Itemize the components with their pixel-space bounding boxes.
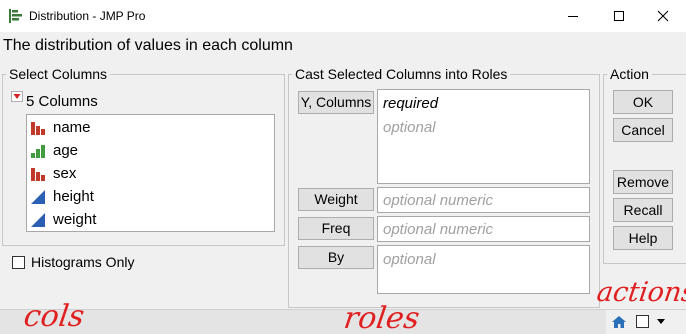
freq-button[interactable]: Freq xyxy=(298,217,374,240)
by-button[interactable]: By xyxy=(298,246,374,269)
list-item[interactable]: age xyxy=(30,139,78,162)
column-name: name xyxy=(53,119,91,136)
minimize-button[interactable] xyxy=(550,0,596,32)
list-item[interactable]: height xyxy=(30,185,94,208)
freq-role-box[interactable]: optional numeric xyxy=(377,216,590,242)
action-label: Action xyxy=(607,66,652,82)
dialog-subtitle: The distribution of values in each colum… xyxy=(3,37,293,54)
recall-button[interactable]: Recall xyxy=(613,198,673,222)
status-checkbox[interactable] xyxy=(636,315,649,328)
column-count-label: 5 Columns xyxy=(26,93,98,110)
column-name: weight xyxy=(53,211,97,228)
annotation-cols: cols xyxy=(21,299,87,334)
maximize-icon xyxy=(614,11,624,21)
cancel-button[interactable]: Cancel xyxy=(613,118,673,142)
window-title: Distribution - JMP Pro xyxy=(29,9,146,23)
histograms-only-label: Histograms Only xyxy=(31,254,135,270)
dropdown-arrow-icon[interactable] xyxy=(654,314,668,328)
list-item[interactable]: sex xyxy=(30,162,76,185)
help-button[interactable]: Help xyxy=(613,226,673,250)
weight-button[interactable]: Weight xyxy=(298,188,374,211)
select-columns-label: Select Columns xyxy=(6,66,111,82)
optional-hint: optional xyxy=(383,119,436,136)
weight-role-box[interactable]: optional numeric xyxy=(377,187,590,213)
column-name: age xyxy=(53,142,79,159)
close-icon xyxy=(657,10,669,22)
remove-button[interactable]: Remove xyxy=(613,170,673,194)
list-item[interactable]: weight xyxy=(30,208,96,231)
histograms-only-checkbox[interactable] xyxy=(12,256,25,269)
annotation-actions: actions xyxy=(594,277,686,308)
optional-hint: optional xyxy=(383,251,436,268)
cast-roles-label: Cast Selected Columns into Roles xyxy=(292,66,511,82)
distribution-chart-icon xyxy=(9,9,22,23)
y-columns-role-box[interactable]: required optional xyxy=(377,89,590,184)
nominal-bars-icon xyxy=(31,167,45,181)
red-triangle-menu-icon xyxy=(13,94,21,99)
column-list[interactable]: name age sex height weight xyxy=(26,114,275,232)
maximize-button[interactable] xyxy=(596,0,642,32)
list-item[interactable]: name xyxy=(30,116,91,139)
optional-numeric-hint: optional numeric xyxy=(383,221,494,238)
y-columns-button[interactable]: Y, Columns xyxy=(298,91,374,114)
continuous-triangle-icon xyxy=(31,212,45,227)
column-name: sex xyxy=(53,165,77,182)
continuous-triangle-icon xyxy=(31,189,45,204)
required-hint: required xyxy=(383,95,439,112)
collapse-toggle[interactable] xyxy=(11,91,23,102)
optional-numeric-hint: optional numeric xyxy=(383,192,494,209)
by-role-box[interactable]: optional xyxy=(377,245,590,294)
column-name: height xyxy=(53,188,94,205)
minimize-icon xyxy=(568,16,578,17)
ok-button[interactable]: OK xyxy=(613,90,673,114)
ordinal-bars-icon xyxy=(31,144,45,158)
annotation-roles: roles xyxy=(341,301,422,334)
close-button[interactable] xyxy=(640,0,686,32)
nominal-bars-icon xyxy=(31,121,45,135)
home-icon[interactable] xyxy=(611,314,627,330)
